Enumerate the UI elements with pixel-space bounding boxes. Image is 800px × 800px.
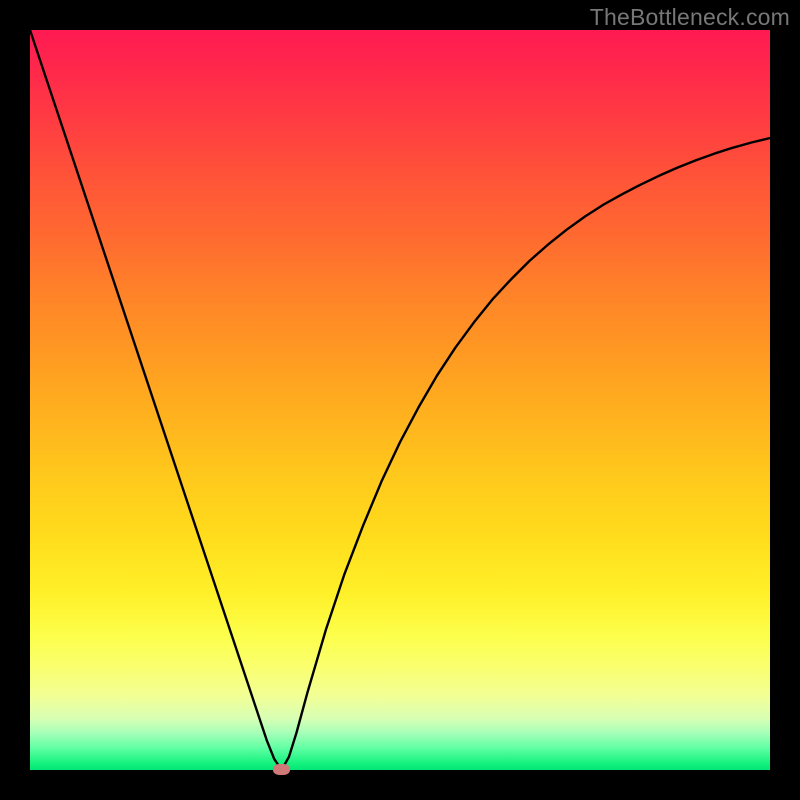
chart-plot-area xyxy=(30,30,770,770)
watermark-text: TheBottleneck.com xyxy=(590,4,790,31)
minimum-marker xyxy=(273,764,290,775)
chart-frame: TheBottleneck.com xyxy=(0,0,800,800)
bottleneck-curve xyxy=(30,30,770,770)
